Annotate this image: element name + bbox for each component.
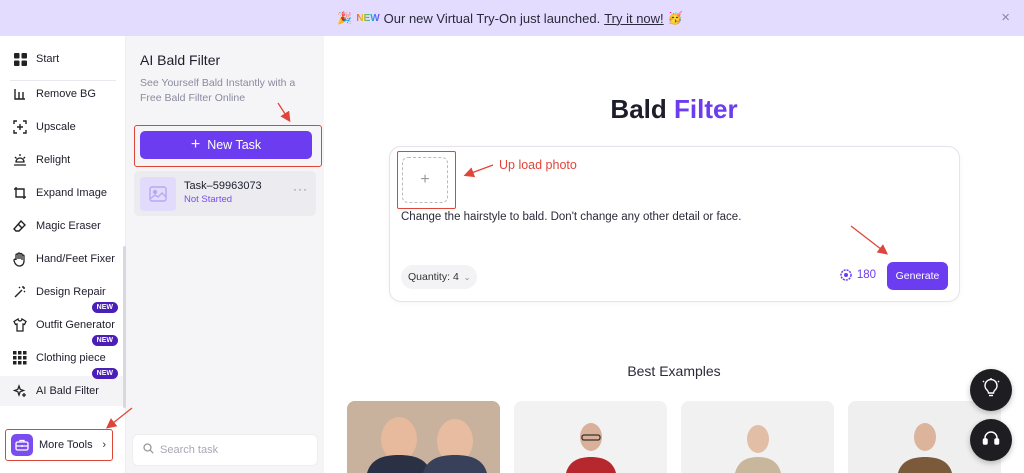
sidebar-item-label: Hand/Feet Fixer	[36, 253, 115, 265]
prompt-text[interactable]: Change the hairstyle to bald. Don't chan…	[401, 211, 741, 223]
tips-button[interactable]	[970, 369, 1012, 411]
sidebar-item-label: Clothing piece	[36, 352, 106, 364]
new-task-highlight: + New Task	[134, 125, 322, 167]
grid-icon	[12, 51, 28, 67]
close-icon[interactable]: ×	[1001, 9, 1010, 26]
sidebar-nav: Start Remove BG Upscale Relight Expand I…	[0, 36, 126, 473]
plus-icon: +	[190, 136, 201, 153]
prompt-card: + Up load photo Change the hairstyle to …	[389, 146, 960, 302]
celebrate-icon: 🥳	[667, 11, 683, 25]
image-placeholder-icon	[140, 177, 176, 211]
new-badge: NEW	[91, 368, 118, 379]
plus-icon: +	[420, 171, 430, 188]
sidebar-item-hand-feet-fixer[interactable]: Hand/Feet Fixer	[0, 244, 124, 274]
example-image-1[interactable]	[347, 401, 500, 473]
example-image-3[interactable]	[681, 401, 834, 473]
sidebar-item-expand-image[interactable]: Expand Image	[0, 178, 124, 208]
support-button[interactable]	[970, 419, 1012, 461]
task-panel: AI Bald Filter See Yourself Bald Instant…	[126, 36, 324, 473]
wand-icon	[12, 284, 28, 300]
page-title: Bald Filter	[324, 94, 1024, 125]
example-image-2[interactable]	[514, 401, 667, 473]
upscale-icon	[12, 119, 28, 135]
lightbulb-icon	[982, 377, 1000, 403]
sidebar-item-start[interactable]: Start	[0, 44, 124, 74]
sidebar-item-upscale[interactable]: Upscale	[0, 112, 124, 142]
new-task-label: New Task	[207, 138, 262, 152]
quantity-select[interactable]: Quantity: 4 ⌄	[401, 265, 478, 289]
title-plain: Bald	[610, 94, 667, 124]
more-tools-button[interactable]: More Tools ›	[5, 429, 113, 461]
new-label: NEW	[356, 12, 380, 24]
credits-value: 180	[856, 269, 876, 281]
best-examples-heading: Best Examples	[627, 363, 721, 379]
quantity-label: Quantity: 4	[408, 271, 459, 283]
task-name: Task–59963073	[184, 180, 262, 192]
announcement-banner: 🎉 NEW Our new Virtual Try-On just launch…	[0, 0, 1024, 36]
new-badge: NEW	[91, 335, 118, 346]
more-options-icon[interactable]: ···	[293, 182, 308, 196]
sidebar-item-label: AI Bald Filter	[36, 385, 99, 397]
title-accent: Filter	[674, 94, 738, 124]
new-badge: NEW	[91, 302, 118, 313]
search-icon	[143, 443, 154, 457]
try-it-now-link[interactable]: Try it now!	[604, 11, 663, 26]
sidebar-item-magic-eraser[interactable]: Magic Eraser	[0, 211, 124, 241]
sidebar-item-label: Expand Image	[36, 187, 107, 199]
pieces-icon	[12, 350, 28, 366]
task-card[interactable]: Task–59963073 Not Started ···	[134, 171, 316, 216]
sidebar-item-label: Remove BG	[36, 88, 96, 100]
sidebar-item-label: Relight	[36, 154, 71, 166]
chevron-down-icon: ⌄	[463, 272, 471, 282]
toolbox-icon	[11, 434, 33, 456]
sidebar-item-relight[interactable]: Relight	[0, 145, 124, 175]
sidebar-item-ai-bald-filter[interactable]: NEW AI Bald Filter	[0, 368, 124, 406]
sidebar-item-label: Magic Eraser	[36, 220, 101, 232]
main-content: Bald Filter + Up load photo Change the h…	[324, 36, 1024, 473]
chevron-right-icon: ›	[102, 439, 106, 451]
sidebar-item-label: Start	[36, 53, 60, 65]
expand-icon	[12, 185, 28, 201]
panel-title: AI Bald Filter	[140, 52, 221, 68]
sparkle-icon	[12, 383, 28, 399]
sidebar-item-label: Outfit Generator	[36, 319, 115, 331]
search-input[interactable]	[160, 444, 310, 456]
generate-button[interactable]: Generate	[887, 262, 948, 290]
sidebar-item-label: Upscale	[36, 121, 76, 133]
hand-icon	[12, 251, 28, 267]
more-tools-label: More Tools	[39, 439, 93, 451]
new-task-button[interactable]: + New Task	[140, 131, 312, 159]
relight-icon	[12, 152, 28, 168]
task-status: Not Started	[184, 194, 233, 205]
shirt-icon	[12, 317, 28, 333]
panel-description: See Yourself Bald Instantly with a Free …	[140, 77, 296, 104]
eraser-icon	[12, 218, 28, 234]
credits-icon	[840, 269, 852, 281]
sidebar-item-label: Design Repair	[36, 286, 106, 298]
credits-display: 180	[840, 269, 876, 281]
task-search	[132, 434, 318, 466]
remove-bg-icon	[12, 86, 28, 102]
upload-photo-button[interactable]: +	[402, 157, 448, 203]
party-icon: 🎉	[337, 11, 353, 25]
sidebar-item-remove-bg[interactable]: Remove BG	[0, 79, 124, 109]
banner-text: Our new Virtual Try-On just launched.	[383, 10, 601, 26]
upload-annotation: Up load photo	[499, 158, 577, 172]
headset-icon	[982, 429, 1000, 452]
